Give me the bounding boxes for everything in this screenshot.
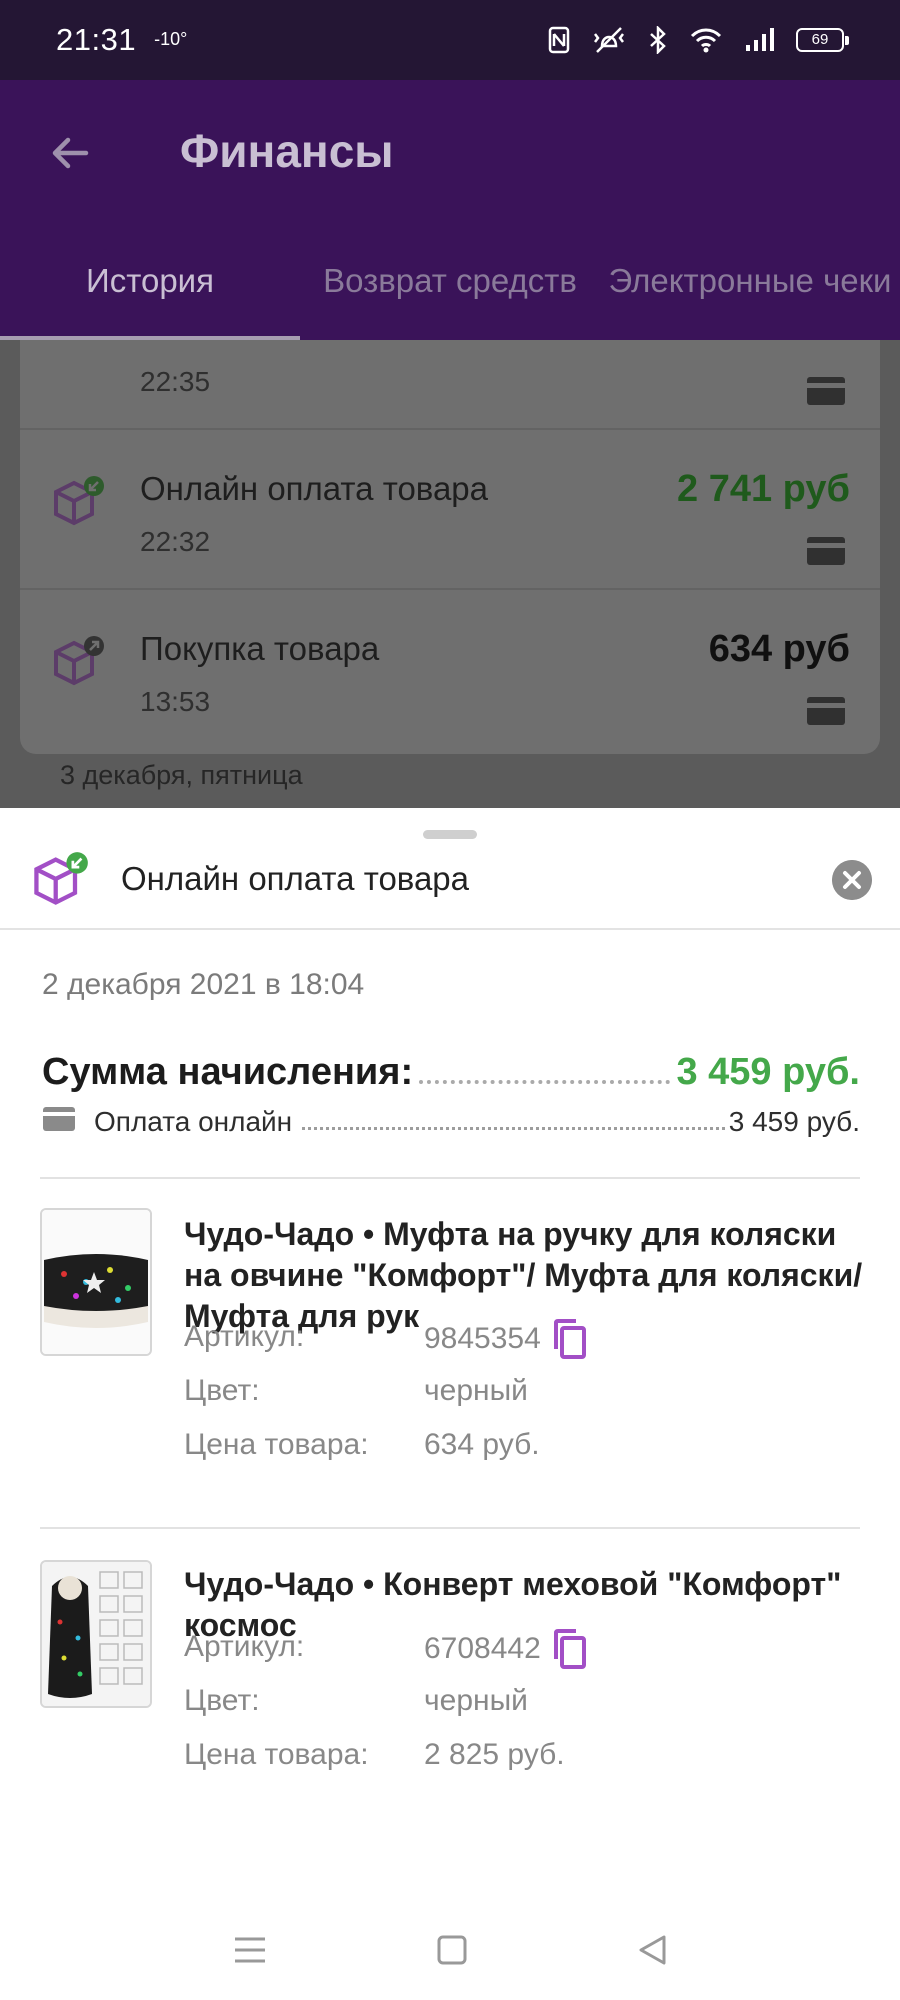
back-icon[interactable] <box>637 1934 667 1966</box>
list-item-title: Покупка товара <box>140 630 380 667</box>
article-label: Артикул: <box>184 1630 305 1663</box>
tab-history[interactable]: История <box>0 220 300 340</box>
price-label: Цена товара: <box>184 1428 369 1461</box>
history-card: 22:35 Онлайн оплата товара 22:32 2 741 р… <box>20 340 880 754</box>
details-bottom-sheet: Онлайн оплата товара 2 декабря 2021 в 18… <box>0 808 900 2000</box>
bluetooth-icon <box>650 26 666 54</box>
card-icon <box>43 1107 75 1131</box>
list-item[interactable]: Онлайн оплата товара 22:32 2 741 руб <box>20 430 880 590</box>
color-value: черный <box>424 1374 528 1407</box>
color-value: черный <box>424 1684 528 1717</box>
system-nav-bar <box>0 1900 900 2000</box>
menu-icon[interactable] <box>233 1935 267 1965</box>
list-item-amount: 634 руб <box>708 628 850 670</box>
close-icon[interactable] <box>832 860 872 900</box>
product-image[interactable] <box>40 1560 152 1708</box>
status-bar: 21:31 -10° 69 <box>0 0 900 80</box>
payment-value: 3 459 руб. <box>728 1106 860 1137</box>
article-value: 9845354 <box>424 1318 587 1360</box>
sheet-header: Онлайн оплата товара <box>0 836 900 930</box>
list-item[interactable]: 22:35 <box>20 340 880 430</box>
sum-value: 3 459 руб. <box>676 1051 860 1093</box>
transaction-date: 2 декабря 2021 в 18:04 <box>42 968 365 1001</box>
card-icon <box>807 697 845 725</box>
sum-row: Сумма начисления: 3 459 руб. <box>42 1044 860 1094</box>
tab-bar: История Возврат средств Электронные чеки <box>0 220 900 340</box>
price-label: Цена товара: <box>184 1738 369 1771</box>
article-number: 9845354 <box>424 1322 541 1355</box>
price-value: 634 руб. <box>424 1428 540 1461</box>
box-incoming-icon <box>34 852 88 905</box>
article-value: 6708442 <box>424 1628 587 1670</box>
card-icon <box>807 377 845 405</box>
article-label: Артикул: <box>184 1320 305 1353</box>
copy-icon[interactable] <box>551 1628 587 1670</box>
list-item[interactable]: Покупка товара 13:53 634 руб <box>20 590 880 750</box>
divider <box>40 1527 860 1529</box>
status-time: 21:31 <box>56 22 137 57</box>
card-icon <box>807 537 845 565</box>
tab-refunds[interactable]: Возврат средств <box>300 220 600 340</box>
nfc-icon <box>548 26 570 54</box>
dotted-leader <box>302 1127 725 1130</box>
date-header: 3 декабря, пятница <box>60 760 303 790</box>
payment-row: Оплата онлайн 3 459 руб. <box>42 1098 860 1138</box>
status-icons: 69 <box>548 26 849 54</box>
color-label: Цвет: <box>184 1684 260 1717</box>
list-item-time: 22:32 <box>140 526 211 557</box>
page-title: Финансы <box>180 125 394 177</box>
tab-e-receipts[interactable]: Электронные чеки <box>600 220 900 340</box>
history-list: 22:35 Онлайн оплата товара 22:32 2 741 р… <box>0 340 900 808</box>
signal-icon <box>746 28 774 51</box>
app-bar: Финансы История Возврат средств Электрон… <box>0 80 900 340</box>
sum-label: Сумма начисления: <box>42 1051 414 1093</box>
sheet-title: Онлайн оплата товара <box>121 860 470 897</box>
product-image[interactable] <box>40 1208 152 1356</box>
list-item-time: 13:53 <box>140 686 211 717</box>
battery-icon: 69 <box>796 28 849 52</box>
list-item-title: Онлайн оплата товара <box>140 470 489 507</box>
copy-icon[interactable] <box>551 1318 587 1360</box>
color-label: Цвет: <box>184 1374 260 1407</box>
wifi-icon <box>690 28 722 53</box>
status-temperature: -10° <box>154 28 188 49</box>
back-arrow-icon[interactable] <box>46 128 96 178</box>
home-icon[interactable] <box>437 1935 467 1965</box>
list-item-time: 22:35 <box>140 366 211 397</box>
payment-label: Оплата онлайн <box>94 1106 293 1137</box>
box-incoming-icon <box>54 476 104 526</box>
vibrate-icon <box>594 27 624 53</box>
divider <box>40 1177 860 1179</box>
article-number: 6708442 <box>424 1632 541 1665</box>
dotted-leader <box>419 1080 671 1084</box>
box-outgoing-icon <box>54 636 104 686</box>
list-item-amount: 2 741 руб <box>677 468 850 510</box>
price-value: 2 825 руб. <box>424 1738 565 1771</box>
